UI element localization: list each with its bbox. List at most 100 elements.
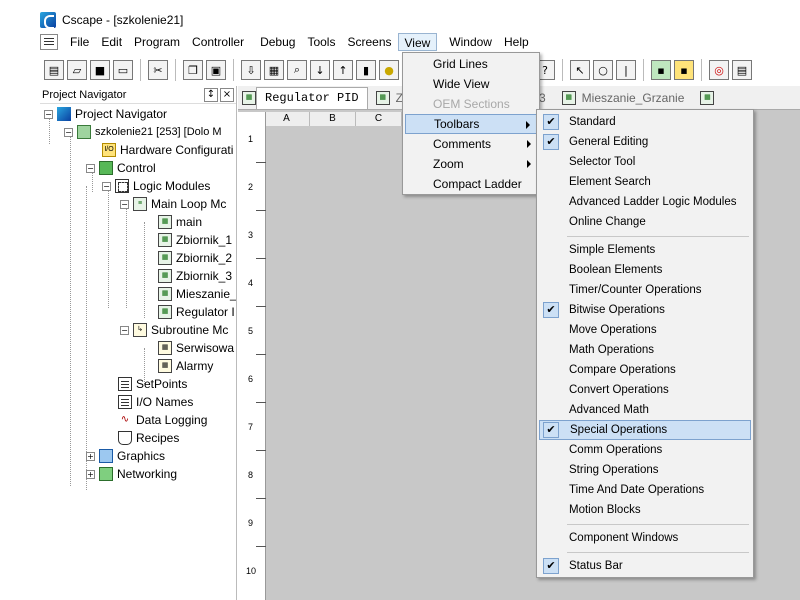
tree-node-setpoints[interactable]: SetPoints	[118, 375, 187, 393]
tree-node-subroutine-item[interactable]: ▦ Serwisowa	[158, 339, 234, 357]
collapse-toggle-icon[interactable]: −	[120, 199, 129, 209]
menu-edit[interactable]: Edit	[95, 33, 128, 51]
toolbar-option-motion-blocks[interactable]: Motion Blocks	[539, 500, 751, 520]
menu-tools[interactable]: Tools	[301, 33, 341, 51]
copy-icon[interactable]: ❐	[183, 60, 203, 80]
tree-node-program[interactable]: ▦ Zbiornik_1	[158, 231, 232, 249]
toolbar-option-selector-tool[interactable]: Selector Tool	[539, 152, 751, 172]
toolbar-option-boolean-elements[interactable]: Boolean Elements	[539, 260, 751, 280]
expand-toggle-icon[interactable]: +	[86, 451, 95, 461]
tree-node-logic-modules[interactable]: − Logic Modules	[102, 177, 210, 195]
tree-node-control[interactable]: − Control	[86, 159, 156, 177]
tree-node-project-navigator[interactable]: − Project Navigator	[44, 105, 167, 123]
print-icon[interactable]: ▭	[113, 60, 133, 80]
collapse-toggle-icon[interactable]: −	[120, 325, 129, 335]
run-light-icon[interactable]: ●	[379, 60, 399, 80]
toolbar-option-comm-operations[interactable]: Comm Operations	[539, 440, 751, 460]
cut-icon[interactable]: ✂	[148, 60, 168, 80]
wire-icon[interactable]: |	[616, 60, 636, 80]
tree-node-program[interactable]: ▦ Regulator I	[158, 303, 235, 321]
toolbar-option-compare-operations[interactable]: Compare Operations	[539, 360, 751, 380]
toolbar-option-element-search[interactable]: Element Search	[539, 172, 751, 192]
menu-item-toolbars[interactable]: Toolbars	[405, 114, 537, 134]
toolbar-option-string-operations[interactable]: String Operations	[539, 460, 751, 480]
tree-node-program[interactable]: ▦ Mieszanie_	[158, 285, 236, 303]
menu-item-compact-ladder[interactable]: Compact Ladder	[405, 174, 537, 194]
toolbar-option-timer-counter-operations[interactable]: Timer/Counter Operations	[539, 280, 751, 300]
logic-modules-icon	[115, 179, 129, 193]
toolbar-option-math-operations[interactable]: Math Operations	[539, 340, 751, 360]
tree-node-hardware-configuration[interactable]: I/O Hardware Configurati	[102, 141, 233, 159]
tree-node-project[interactable]: − szkolenie21 [253] [Dolo M	[64, 123, 222, 141]
menu-help[interactable]: Help	[498, 33, 535, 51]
tree-node-graphics[interactable]: + Graphics	[86, 447, 165, 465]
module-green-icon[interactable]: ▪	[651, 60, 671, 80]
menu-window[interactable]: Window	[443, 33, 498, 51]
tree-node-data-logging[interactable]: ∿ Data Logging	[118, 411, 208, 429]
toolbar-option-online-change[interactable]: Online Change	[539, 212, 751, 232]
tree-node-subroutine[interactable]: − ↳ Subroutine Mc	[120, 321, 228, 339]
row-number: 2	[248, 182, 254, 192]
tree-node-io-names[interactable]: I/O Names	[118, 393, 193, 411]
sort-up-icon[interactable]: ↑	[333, 60, 353, 80]
menu-item-zoom[interactable]: Zoom	[405, 154, 537, 174]
toolbar-option-simple-elements[interactable]: Simple Elements	[539, 240, 751, 260]
open-folder-icon[interactable]: ▱	[67, 60, 87, 80]
toolbar-option-status-bar[interactable]: ✔ Status Bar	[539, 556, 751, 576]
tree-node-networking[interactable]: + Networking	[86, 465, 177, 483]
ladder-program-icon: ▦	[158, 251, 172, 265]
menu-item-grid-lines[interactable]: Grid Lines	[405, 54, 537, 74]
menu-bar: File Edit Program Controller Debug Tools…	[40, 32, 800, 52]
collapse-toggle-icon[interactable]: −	[44, 109, 53, 119]
subroutine-program-icon: ▦	[158, 341, 172, 355]
menu-screens[interactable]: Screens	[341, 33, 397, 51]
toolbar-option-convert-operations[interactable]: Convert Operations	[539, 380, 751, 400]
collapse-toggle-icon[interactable]: −	[86, 163, 95, 173]
expand-toggle-icon[interactable]: +	[86, 469, 95, 479]
toolbar-option-move-operations[interactable]: Move Operations	[539, 320, 751, 340]
selector-arrow-icon[interactable]: ↖	[570, 60, 590, 80]
menu-item-comments[interactable]: Comments	[405, 134, 537, 154]
collapse-toggle-icon[interactable]: −	[102, 181, 111, 191]
toolbar-option-standard[interactable]: ✔ Standard	[539, 112, 751, 132]
row-number: 7	[248, 422, 254, 432]
close-icon[interactable]: ×	[220, 87, 234, 102]
tab-regulator-pid[interactable]: Regulator PID	[256, 86, 368, 109]
collapse-toggle-icon[interactable]: −	[64, 127, 73, 137]
monitor-icon[interactable]: ▮	[356, 60, 376, 80]
menu-debug[interactable]: Debug	[254, 33, 301, 51]
io-yellow-icon[interactable]: ▪	[674, 60, 694, 80]
target-icon[interactable]: ◎	[709, 60, 729, 80]
tree-node-main-loop[interactable]: − ≡ Main Loop Mc	[120, 195, 226, 213]
tab-mieszanie-grzanie[interactable]: ▦ Mieszanie_Grzanie	[554, 87, 693, 109]
find-icon[interactable]: ⌕	[287, 60, 307, 80]
search-element-icon[interactable]: ○	[593, 60, 613, 80]
toolbar-option-advanced-math[interactable]: Advanced Math	[539, 400, 751, 420]
sort-down-icon[interactable]: ↓	[310, 60, 330, 80]
menu-program[interactable]: Program	[128, 33, 186, 51]
table-icon[interactable]: ▤	[732, 60, 752, 80]
toolbar-option-label: Special Operations	[570, 424, 668, 436]
new-file-icon[interactable]: ▤	[44, 60, 64, 80]
toolbar-option-bitwise-operations[interactable]: ✔ Bitwise Operations	[539, 300, 751, 320]
menu-file[interactable]: File	[64, 33, 95, 51]
toolbar-option-advanced-ladder-logic-modules[interactable]: Advanced Ladder Logic Modules	[539, 192, 751, 212]
menu-item-wide-view[interactable]: Wide View	[405, 74, 537, 94]
menu-controller[interactable]: Controller	[186, 33, 250, 51]
tree-node-program[interactable]: ▦ main	[158, 213, 202, 231]
controller-icon[interactable]: ▦	[264, 60, 284, 80]
save-icon[interactable]: ■	[90, 60, 110, 80]
tree-node-subroutine-item[interactable]: ▦ Alarmy	[158, 357, 213, 375]
toolbar-option-time-and-date-operations[interactable]: Time And Date Operations	[539, 480, 751, 500]
toolbar-option-general-editing[interactable]: ✔ General Editing	[539, 132, 751, 152]
pin-icon[interactable]: ↕	[204, 87, 218, 102]
tree-node-recipes[interactable]: Recipes	[118, 429, 179, 447]
tree-node-program[interactable]: ▦ Zbiornik_3	[158, 267, 232, 285]
download-icon[interactable]: ⇩	[241, 60, 261, 80]
tree-node-program[interactable]: ▦ Zbiornik_2	[158, 249, 232, 267]
menu-view[interactable]: View	[397, 33, 438, 51]
toolbar-option-special-operations[interactable]: ✔ Special Operations	[539, 420, 751, 440]
document-menu-icon[interactable]	[40, 34, 58, 50]
toolbar-option-component-windows[interactable]: Component Windows	[539, 528, 751, 548]
paste-icon[interactable]: ▣	[206, 60, 226, 80]
